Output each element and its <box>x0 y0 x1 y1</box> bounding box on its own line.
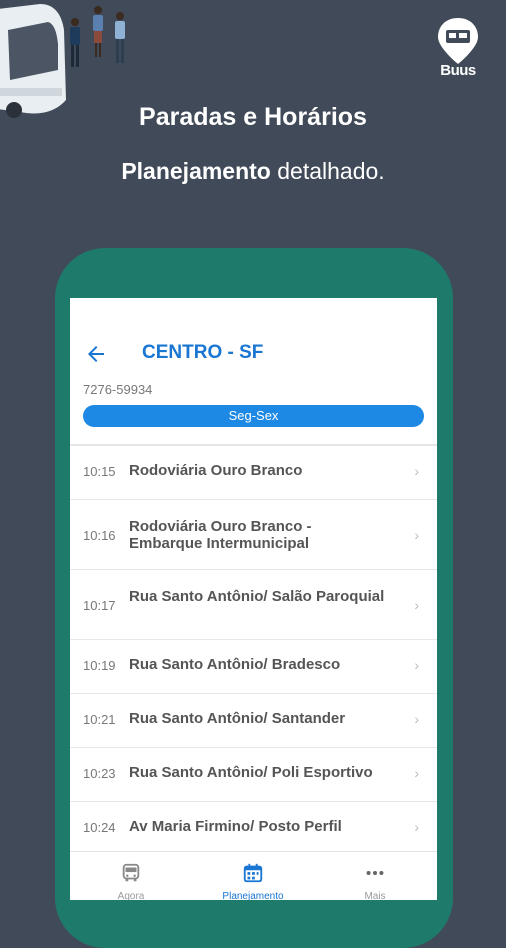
stop-time: 10:21 <box>83 712 116 727</box>
bus-icon <box>122 863 140 882</box>
chevron-right-icon: › <box>414 711 419 727</box>
route-title: CENTRO - SF <box>142 342 264 363</box>
pin-bus-icon <box>438 18 478 64</box>
chevron-right-icon: › <box>414 657 419 673</box>
nav-label: Planejamento <box>222 891 284 900</box>
stop-name: Rua Santo Antônio/ Poli Esportivo <box>129 764 373 781</box>
stop-time: 10:15 <box>83 464 116 479</box>
route-code: 7276-59934 <box>83 382 153 397</box>
stop-time: 10:16 <box>83 528 116 543</box>
stop-row[interactable]: 10:23 Rua Santo Antônio/ Poli Esportivo … <box>70 748 437 802</box>
chevron-right-icon: › <box>414 765 419 781</box>
stop-row[interactable]: 10:24 Av Maria Firmino/ Posto Perfil › <box>70 802 437 856</box>
stop-name: Rua Santo Antônio/ Salão Paroquial <box>129 588 385 605</box>
person-figure <box>115 12 125 63</box>
chevron-right-icon: › <box>414 527 419 543</box>
promo-subline: Planejamento detalhado. <box>0 158 506 185</box>
more-icon <box>366 870 384 876</box>
nav-planejamento[interactable]: Planejamento <box>192 852 314 900</box>
promo-headline: Paradas e Horários <box>139 103 367 131</box>
stop-time: 10:23 <box>83 766 116 781</box>
stop-row[interactable]: 10:16 Rodoviária Ouro Branco - Embarque … <box>70 500 437 570</box>
nav-label: Agora <box>117 891 145 900</box>
stop-row[interactable]: 10:21 Rua Santo Antônio/ Santander › <box>70 694 437 748</box>
route-header: CENTRO - SF 7276-59934 Seg-Sex <box>70 298 437 448</box>
promo-sub-bold: Planejamento <box>121 158 271 184</box>
stop-row[interactable]: 10:17 Rua Santo Antônio/ Salão Paroquial… <box>70 570 437 640</box>
person-figure <box>93 6 103 57</box>
stop-time: 10:24 <box>83 820 116 835</box>
back-arrow-icon[interactable] <box>84 342 108 366</box>
stop-name: Rua Santo Antônio/ Bradesco <box>129 656 341 673</box>
stop-row[interactable]: 10:19 Rua Santo Antônio/ Bradesco › <box>70 640 437 694</box>
app-screen: CENTRO - SF 7276-59934 Seg-Sex 10:15 Rod… <box>70 298 437 900</box>
nav-label: Mais <box>364 891 386 900</box>
stop-row[interactable]: 10:15 Rodoviária Ouro Branco › <box>70 446 437 500</box>
stop-time: 10:19 <box>83 658 116 673</box>
stop-name: Rodoviária Ouro Branco - Embarque Interm… <box>129 518 312 552</box>
bus-people-illustration <box>0 4 125 118</box>
bottom-navigation: Agora Planejamento Mais <box>70 851 437 900</box>
stop-name: Av Maria Firmino/ Posto Perfil <box>129 818 342 835</box>
logo-text: Buus <box>440 62 476 79</box>
stop-list: 10:15 Rodoviária Ouro Branco › 10:16 Rod… <box>70 446 437 856</box>
stop-name: Rodoviária Ouro Branco <box>129 462 303 479</box>
chevron-right-icon: › <box>414 463 419 479</box>
day-filter-pill[interactable]: Seg-Sex <box>83 405 424 427</box>
person-figure <box>70 18 80 67</box>
chevron-right-icon: › <box>414 819 419 835</box>
promo-sub-rest: detalhado. <box>270 158 385 184</box>
calendar-icon <box>243 863 263 883</box>
stop-name: Rua Santo Antônio/ Santander <box>129 710 346 727</box>
nav-mais[interactable]: Mais <box>314 852 436 900</box>
chevron-right-icon: › <box>414 597 419 613</box>
stop-time: 10:17 <box>83 598 116 613</box>
buus-logo: Buus <box>432 16 484 82</box>
nav-agora[interactable]: Agora <box>70 852 192 900</box>
